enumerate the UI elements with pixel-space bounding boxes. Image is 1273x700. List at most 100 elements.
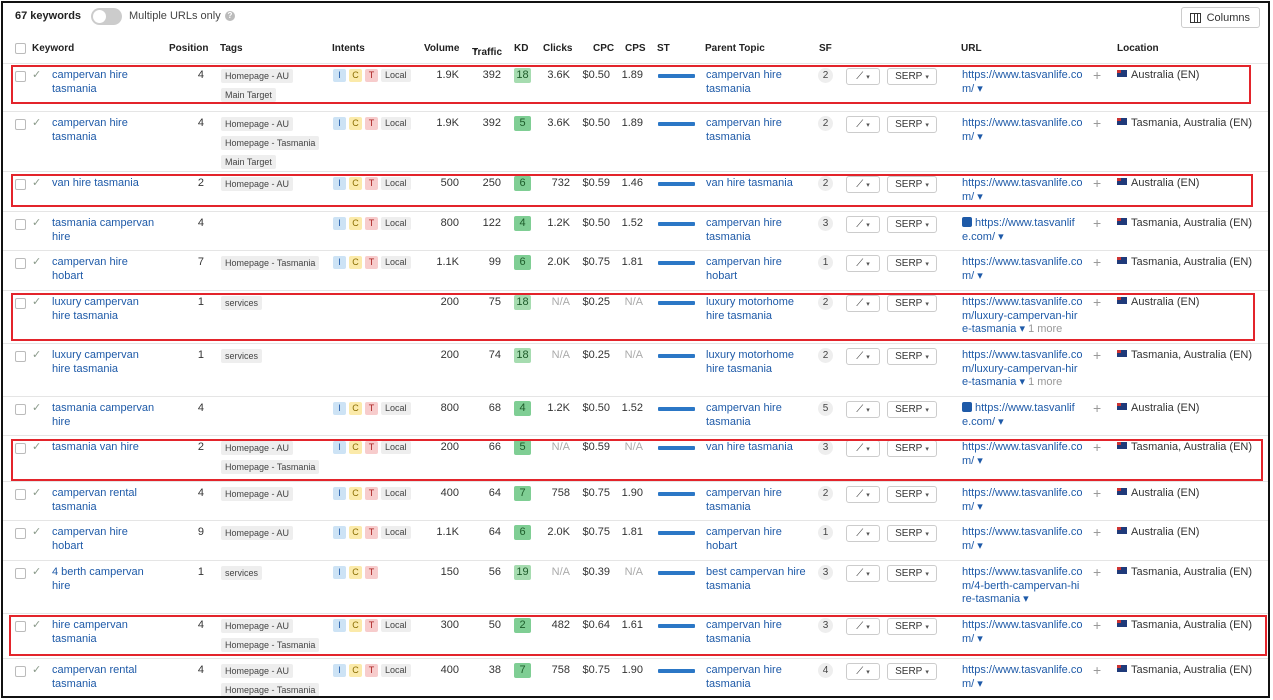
keyword-link[interactable]: van hire tasmania xyxy=(52,177,139,191)
row-checkbox[interactable] xyxy=(15,489,26,500)
add-icon[interactable]: + xyxy=(1093,663,1101,677)
col-cps[interactable]: CPS xyxy=(625,43,646,54)
row-checkbox[interactable] xyxy=(15,443,26,454)
row-checkbox[interactable] xyxy=(15,179,26,190)
serp-button[interactable]: SERP ▾ xyxy=(887,618,937,635)
add-icon[interactable]: + xyxy=(1093,348,1101,362)
keyword-link[interactable]: tasmania campervan hire xyxy=(52,217,154,244)
tag-chip[interactable]: Homepage - AU xyxy=(221,177,294,191)
tag-chip[interactable]: Main Target xyxy=(221,88,276,102)
help-icon[interactable]: ? xyxy=(225,11,235,21)
tag-chip[interactable]: Homepage - AU xyxy=(221,441,294,455)
ranking-url-link[interactable]: https://www.tasvanlife.com/ ▾ xyxy=(962,256,1082,283)
position-history-button[interactable]: ⟋ ▾ xyxy=(846,176,880,193)
parent-topic-link[interactable]: campervan hire tasmania xyxy=(706,217,782,244)
parent-topic-link[interactable]: campervan hire tasmania xyxy=(706,619,782,646)
parent-topic-link[interactable]: campervan hire tasmania xyxy=(706,487,782,514)
tag-chip[interactable]: Homepage - Tasmania xyxy=(221,256,320,270)
tag-chip[interactable]: services xyxy=(221,349,263,363)
serp-button[interactable]: SERP ▾ xyxy=(887,68,937,85)
ranking-url-link[interactable]: https://www.tasvanlife.co m/luxury-camper… xyxy=(962,296,1082,337)
position-history-button[interactable]: ⟋ ▾ xyxy=(846,401,880,418)
add-icon[interactable]: + xyxy=(1093,255,1101,269)
parent-topic-link[interactable]: van hire tasmania xyxy=(706,441,793,455)
ranking-url-link[interactable]: https://www.tasvanlife.com/ ▾ xyxy=(962,402,1075,429)
parent-topic-link[interactable]: campervan hire tasmania xyxy=(706,402,782,429)
parent-topic-link[interactable]: campervan hire tasmania xyxy=(706,69,782,96)
col-tags[interactable]: Tags xyxy=(220,43,243,54)
serp-button[interactable]: SERP ▾ xyxy=(887,663,937,680)
keyword-link[interactable]: luxury campervan hire tasmania xyxy=(52,349,139,376)
tag-chip[interactable]: Homepage - AU xyxy=(221,526,294,540)
row-checkbox[interactable] xyxy=(15,621,26,632)
serp-features-count[interactable]: 3 xyxy=(818,618,833,633)
add-icon[interactable]: + xyxy=(1093,525,1101,539)
row-checkbox[interactable] xyxy=(15,298,26,309)
keyword-link[interactable]: campervan hire hobart xyxy=(52,526,128,553)
tag-chip[interactable]: Homepage - Tasmania xyxy=(221,638,320,652)
ranking-url-link[interactable]: https://www.tasvanlife.com/ ▾ xyxy=(962,117,1082,144)
ranking-url-link[interactable]: https://www.tasvanlife.com/ ▾ xyxy=(962,69,1082,96)
row-checkbox[interactable] xyxy=(15,258,26,269)
serp-features-count[interactable]: 1 xyxy=(818,255,833,270)
serp-button[interactable]: SERP ▾ xyxy=(887,216,937,233)
tag-chip[interactable]: Homepage - AU xyxy=(221,619,294,633)
position-history-button[interactable]: ⟋ ▾ xyxy=(846,565,880,582)
col-intents[interactable]: Intents xyxy=(332,43,365,54)
row-checkbox[interactable] xyxy=(15,528,26,539)
serp-button[interactable]: SERP ▾ xyxy=(887,295,937,312)
position-history-button[interactable]: ⟋ ▾ xyxy=(846,618,880,635)
tag-chip[interactable]: Homepage - Tasmania xyxy=(221,136,320,150)
ranking-url-link[interactable]: https://www.tasvanlife.com/ ▾ xyxy=(962,217,1075,244)
add-icon[interactable]: + xyxy=(1093,68,1101,82)
ranking-url-link[interactable]: https://www.tasvanlife.com/ ▾ xyxy=(962,177,1082,204)
position-history-button[interactable]: ⟋ ▾ xyxy=(846,68,880,85)
parent-topic-link[interactable]: luxury motorhome hire tasmania xyxy=(706,296,794,323)
add-icon[interactable]: + xyxy=(1093,486,1101,500)
parent-topic-link[interactable]: best campervan hire tasmania xyxy=(706,566,806,593)
multiple-urls-toggle[interactable] xyxy=(91,8,122,25)
serp-button[interactable]: SERP ▾ xyxy=(887,255,937,272)
add-icon[interactable]: + xyxy=(1093,116,1101,130)
more-urls-link[interactable]: 1 more xyxy=(1028,376,1062,388)
col-parent-topic[interactable]: Parent Topic xyxy=(705,43,765,54)
position-history-button[interactable]: ⟋ ▾ xyxy=(846,440,880,457)
row-checkbox[interactable] xyxy=(15,666,26,677)
keyword-link[interactable]: campervan hire tasmania xyxy=(52,69,128,96)
col-position[interactable]: Position xyxy=(169,43,208,54)
add-icon[interactable]: + xyxy=(1093,440,1101,454)
position-history-button[interactable]: ⟋ ▾ xyxy=(846,116,880,133)
add-icon[interactable]: + xyxy=(1093,216,1101,230)
serp-button[interactable]: SERP ▾ xyxy=(887,348,937,365)
add-icon[interactable]: + xyxy=(1093,295,1101,309)
col-url[interactable]: URL xyxy=(961,43,982,54)
serp-button[interactable]: SERP ▾ xyxy=(887,486,937,503)
keyword-link[interactable]: campervan hire hobart xyxy=(52,256,128,283)
keyword-link[interactable]: 4 berth campervan hire xyxy=(52,566,144,593)
serp-button[interactable]: SERP ▾ xyxy=(887,116,937,133)
serp-features-count[interactable]: 3 xyxy=(818,565,833,580)
col-st[interactable]: ST xyxy=(657,43,670,54)
serp-features-count[interactable]: 1 xyxy=(818,525,833,540)
add-icon[interactable]: + xyxy=(1093,618,1101,632)
row-checkbox[interactable] xyxy=(15,219,26,230)
tag-chip[interactable]: Homepage - AU xyxy=(221,69,294,83)
col-cpc[interactable]: CPC xyxy=(593,43,614,54)
position-history-button[interactable]: ⟋ ▾ xyxy=(846,295,880,312)
serp-button[interactable]: SERP ▾ xyxy=(887,440,937,457)
serp-features-count[interactable]: 2 xyxy=(818,176,833,191)
row-checkbox[interactable] xyxy=(15,71,26,82)
serp-features-count[interactable]: 3 xyxy=(818,216,833,231)
add-icon[interactable]: + xyxy=(1093,176,1101,190)
serp-features-count[interactable]: 2 xyxy=(818,348,833,363)
position-history-button[interactable]: ⟋ ▾ xyxy=(846,348,880,365)
keyword-link[interactable]: campervan rental tasmania xyxy=(52,487,137,514)
parent-topic-link[interactable]: campervan hire hobart xyxy=(706,256,782,283)
ranking-url-link[interactable]: https://www.tasvanlife.com/ ▾ xyxy=(962,619,1082,646)
serp-button[interactable]: SERP ▾ xyxy=(887,565,937,582)
parent-topic-link[interactable]: campervan hire hobart xyxy=(706,526,782,553)
row-checkbox[interactable] xyxy=(15,119,26,130)
more-urls-link[interactable]: 1 more xyxy=(1028,323,1062,335)
position-history-button[interactable]: ⟋ ▾ xyxy=(846,255,880,272)
position-history-button[interactable]: ⟋ ▾ xyxy=(846,663,880,680)
